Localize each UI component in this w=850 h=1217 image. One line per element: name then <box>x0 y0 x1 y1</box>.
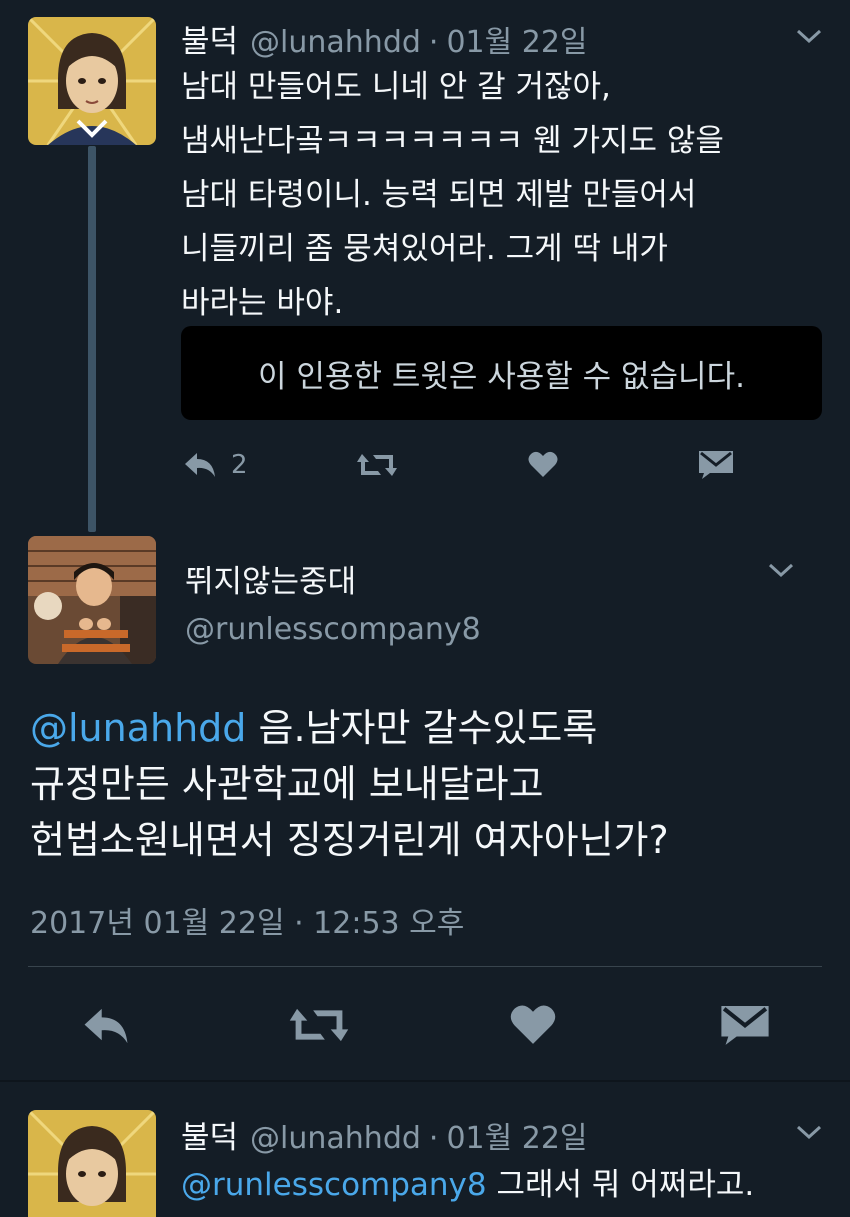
retweet-button[interactable] <box>356 452 398 478</box>
direct-message-button[interactable] <box>720 1002 770 1046</box>
quote-unavailable-text: 이 인용한 트윗은 사용할 수 없습니다. <box>258 358 745 395</box>
thread-connector-line <box>88 146 96 532</box>
reply-button[interactable] <box>80 1006 132 1046</box>
avatar-illustration-icon <box>28 1110 156 1217</box>
reply-icon <box>185 453 215 477</box>
like-icon <box>510 1005 556 1044</box>
direct-message-button[interactable] <box>698 449 734 479</box>
tweet3-body: @runlesscompany8 그래서 뭐 어쩌라고. <box>181 1158 754 1212</box>
like-button[interactable] <box>510 1002 556 1046</box>
timeline: 불덕 @lunahhdd · 01월 22일 남대 만들어도 니네 안 갈 거잖… <box>0 0 850 1217</box>
tweet-text-line: 규정만든 사관학교에 보내달라고 <box>30 762 544 806</box>
mention-link[interactable]: @runlesscompany8 <box>181 1167 487 1203</box>
avatar-illustration-icon <box>28 17 156 145</box>
display-name[interactable]: 뛰지않는중대 <box>185 556 356 601</box>
tweet-text-line: 바라는 바야. <box>181 285 344 321</box>
chevron-down-icon[interactable] <box>796 1124 822 1140</box>
separator-dot: · <box>428 1121 439 1156</box>
tweet-text: 음.남자만 갈수있도록 <box>246 706 598 750</box>
avatar-lunahhdd[interactable] <box>28 1110 156 1217</box>
tweet-timestamp[interactable]: 2017년 01월 22일 · 12:53 오후 <box>30 898 464 942</box>
tweet-text-line: 남대 타령이니. 능력 되면 제발 만들어서 <box>181 177 697 213</box>
tweet-date[interactable]: 01월 22일 <box>446 17 587 61</box>
divider <box>28 966 822 967</box>
reply-count: 2 <box>231 450 248 480</box>
retweet-button[interactable] <box>288 1006 350 1044</box>
avatar-runlesscompany8[interactable] <box>28 536 156 664</box>
tweet1-body: 남대 만들어도 니네 안 갈 거잖아, 냄새난다곸ㅋㅋㅋㅋㅋㅋㅋ 웬 가지도 않… <box>181 60 724 330</box>
tweet1-header: 불덕 @lunahhdd · 01월 22일 <box>181 16 588 61</box>
tweet-text-line: 남대 만들어도 니네 안 갈 거잖아, <box>181 69 611 105</box>
like-button[interactable] <box>528 450 558 478</box>
tweet-date[interactable]: 01월 22일 <box>446 1113 587 1157</box>
tweet-text-line: 냄새난다곸ㅋㅋㅋㅋㅋㅋㅋ 웬 가지도 않을 <box>181 123 724 159</box>
quoted-tweet-unavailable[interactable]: 이 인용한 트윗은 사용할 수 없습니다. <box>181 326 822 420</box>
tweet-text-line: 니들끼리 좀 뭉쳐있어라. 그게 딱 내가 <box>181 231 668 267</box>
avatar-photo-icon <box>28 536 156 664</box>
reply-button[interactable]: 2 <box>183 450 248 480</box>
avatar-lunahhdd[interactable] <box>28 17 156 145</box>
display-name[interactable]: 불덕 <box>181 16 238 61</box>
reply-icon <box>84 1008 128 1044</box>
tweet-text: 그래서 뭐 어쩌라고. <box>486 1167 755 1203</box>
dm-icon <box>699 451 733 479</box>
retweet-icon <box>357 454 397 476</box>
user-handle[interactable]: @lunahhdd <box>250 1121 421 1156</box>
retweet-icon <box>289 1008 349 1042</box>
chevron-down-icon[interactable] <box>768 562 794 578</box>
user-handle[interactable]: @runlesscompany8 <box>185 612 481 647</box>
chevron-down-icon[interactable] <box>796 28 822 44</box>
separator-dot: · <box>428 25 439 60</box>
tweet2-body: @lunahhdd 음.남자만 갈수있도록 규정만든 사관학교에 보내달라고 헌… <box>30 700 669 868</box>
section-divider <box>0 1080 850 1082</box>
like-icon <box>528 451 558 477</box>
dm-icon <box>721 1005 769 1045</box>
display-name[interactable]: 불덕 <box>181 1112 238 1157</box>
tweet-text-line: 헌법소원내면서 징징거린게 여자아닌가? <box>30 818 669 862</box>
user-handle[interactable]: @lunahhdd <box>250 25 421 60</box>
mention-link[interactable]: @lunahhdd <box>30 706 246 750</box>
tweet3-header: 불덕 @lunahhdd · 01월 22일 <box>181 1112 588 1157</box>
